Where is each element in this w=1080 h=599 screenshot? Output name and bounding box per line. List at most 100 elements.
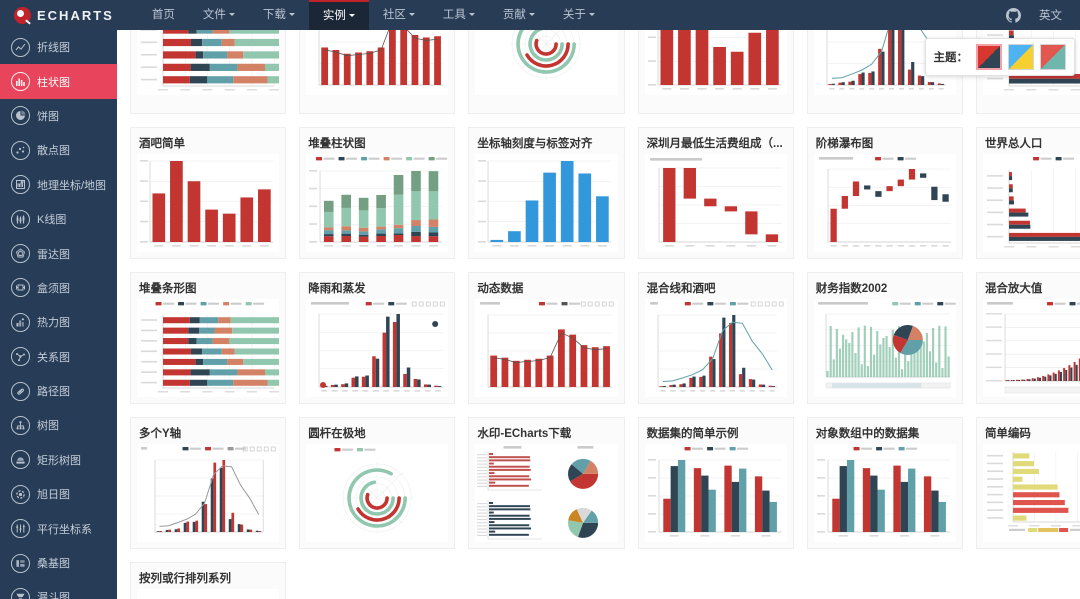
- sidebar-item-label: 地理坐标/地图: [37, 177, 106, 193]
- examples-grid: 酒吧简单堆叠柱状图坐标轴刻度与标签对齐深圳月最低生活费组成（... 阶梯瀑布图世界…: [117, 30, 1080, 599]
- page-scrollbar[interactable]: [1073, 30, 1080, 599]
- example-card-thumbnail: [983, 444, 1080, 542]
- examples-content: 酒吧简单堆叠柱状图坐标轴刻度与标签对齐深圳月最低生活费组成（... 阶梯瀑布图世界…: [117, 30, 1080, 599]
- nav-item-3[interactable]: 实例: [309, 0, 369, 30]
- example-card[interactable]: 堆叠柱状图: [299, 127, 455, 259]
- sidebar-item-graph-chart[interactable]: 关系图: [0, 340, 117, 374]
- chevron-down-icon: [469, 13, 475, 16]
- top-header: ECHARTS 首页文件下载 实例 社区工具 贡献 关于 英文: [0, 0, 1080, 30]
- example-card[interactable]: 多个Y轴: [130, 417, 286, 549]
- brand-name: ECHARTS: [37, 8, 114, 23]
- example-card-thumbnail: [983, 299, 1080, 397]
- example-card-thumbnail: [137, 30, 279, 95]
- theme-swatch-preview: [1009, 45, 1033, 69]
- example-card-thumbnail: [983, 154, 1080, 252]
- sankey-chart-icon: [11, 554, 30, 573]
- example-card[interactable]: [299, 30, 455, 114]
- chart-type-sidebar: 折线图柱状图饼图散点图地理坐标/地图 K线图雷达图盒须图热力图关系图路径图树图矩形…: [0, 30, 117, 599]
- brand-logo-link[interactable]: ECHARTS: [0, 0, 124, 30]
- candlestick-chart-icon: [11, 210, 30, 229]
- sidebar-item-map-chart[interactable]: 地理坐标/地图: [0, 168, 117, 202]
- example-card-title: 堆叠条形图: [131, 273, 285, 299]
- example-card[interactable]: 坐标轴刻度与标签对齐: [468, 127, 624, 259]
- sidebar-item-radar-chart[interactable]: 雷达图: [0, 236, 117, 270]
- example-card[interactable]: 简单编码: [976, 417, 1080, 549]
- sidebar-item-line-chart[interactable]: 折线图: [0, 30, 117, 64]
- heatmap-chart-icon: [11, 313, 30, 332]
- nav-item-1[interactable]: 文件: [189, 0, 249, 30]
- nav-item-4[interactable]: 社区: [369, 0, 429, 30]
- nav-item-6[interactable]: 贡献: [489, 0, 549, 30]
- sidebar-item-heatmap-chart[interactable]: 热力图: [0, 305, 117, 339]
- example-card-thumbnail: [814, 444, 956, 542]
- example-card[interactable]: [130, 30, 286, 114]
- example-card-thumbnail: [475, 154, 617, 252]
- sidebar-item-label: 饼图: [37, 108, 59, 124]
- sidebar-item-label: 盒须图: [37, 280, 70, 296]
- example-card-title: 数据集的简单示例: [639, 418, 793, 444]
- sidebar-item-sunburst-chart[interactable]: 旭日图: [0, 477, 117, 511]
- nav-item-2[interactable]: 下载: [249, 0, 309, 30]
- github-icon[interactable]: [1006, 8, 1021, 23]
- nav-item-5[interactable]: 工具: [429, 0, 489, 30]
- sidebar-item-sankey-chart[interactable]: 桑基图: [0, 546, 117, 580]
- example-card-title: 坐标轴刻度与标签对齐: [469, 128, 623, 154]
- example-card[interactable]: 混合线和酒吧: [638, 272, 794, 404]
- example-card-title: 混合线和酒吧: [639, 273, 793, 299]
- theme-swatch-dark-red-teal[interactable]: [1040, 44, 1066, 70]
- example-card[interactable]: 按列或行排列系列: [130, 562, 286, 599]
- sidebar-item-label: 热力图: [37, 314, 70, 330]
- nav-item-label: 实例: [323, 10, 346, 22]
- sidebar-item-label: K线图: [37, 211, 66, 227]
- treemap-chart-icon: [11, 450, 30, 469]
- example-card[interactable]: 混合放大值: [976, 272, 1080, 404]
- example-card[interactable]: 世界总人口: [976, 127, 1080, 259]
- chevron-down-icon: [409, 13, 415, 16]
- sidebar-item-candlestick-chart[interactable]: K线图: [0, 202, 117, 236]
- example-card[interactable]: 深圳月最低生活费组成（...: [638, 127, 794, 259]
- example-card[interactable]: 动态数据: [468, 272, 624, 404]
- sidebar-item-lines-chart[interactable]: 路径图: [0, 374, 117, 408]
- theme-swatch-preview: [978, 46, 1000, 68]
- example-card-title: 混合放大值: [977, 273, 1080, 299]
- theme-swatch-red-dark[interactable]: [976, 44, 1002, 70]
- sidebar-item-boxplot-chart[interactable]: 盒须图: [0, 271, 117, 305]
- theme-swatch-blue-yellow[interactable]: [1008, 44, 1034, 70]
- main-nav: 首页文件下载 实例 社区工具 贡献 关于: [138, 0, 609, 30]
- example-card-title: 深圳月最低生活费组成（...: [639, 128, 793, 154]
- sidebar-item-label: 散点图: [37, 142, 70, 158]
- example-card-title: 堆叠柱状图: [300, 128, 454, 154]
- chevron-down-icon: [349, 14, 355, 17]
- example-card[interactable]: 水印-ECharts下载: [468, 417, 624, 549]
- example-card[interactable]: 酒吧简单: [130, 127, 286, 259]
- sidebar-item-label: 柱状图: [37, 74, 70, 90]
- example-card[interactable]: [468, 30, 624, 114]
- radar-chart-icon: [11, 244, 30, 263]
- example-card-title: 阶梯瀑布图: [808, 128, 962, 154]
- example-card[interactable]: 对象数组中的数据集: [807, 417, 963, 549]
- example-card-thumbnail: [814, 154, 956, 252]
- sunburst-chart-icon: [11, 485, 30, 504]
- example-card[interactable]: 圆杆在极地: [299, 417, 455, 549]
- sidebar-item-parallel-chart[interactable]: 平行坐标系: [0, 511, 117, 545]
- example-card[interactable]: 阶梯瀑布图: [807, 127, 963, 259]
- example-card[interactable]: 财务指数2002: [807, 272, 963, 404]
- example-card-thumbnail: [137, 444, 279, 542]
- theme-picker: 主题：: [925, 38, 1076, 76]
- example-card[interactable]: 降雨和蒸发: [299, 272, 455, 404]
- sidebar-item-funnel-chart[interactable]: 漏斗图: [0, 580, 117, 599]
- sidebar-item-bar-chart[interactable]: 柱状图: [0, 64, 117, 98]
- example-card-title: 按列或行排列系列: [131, 563, 285, 589]
- example-card[interactable]: 堆叠条形图: [130, 272, 286, 404]
- sidebar-item-scatter-chart[interactable]: 散点图: [0, 133, 117, 167]
- nav-item-label: 贡献: [503, 9, 526, 21]
- map-chart-icon: [11, 175, 30, 194]
- example-card[interactable]: 数据集的简单示例: [638, 417, 794, 549]
- sidebar-item-treemap-chart[interactable]: 矩形树图: [0, 443, 117, 477]
- example-card[interactable]: [638, 30, 794, 114]
- language-switch-link[interactable]: 英文: [1039, 7, 1062, 23]
- sidebar-item-pie-chart[interactable]: 饼图: [0, 99, 117, 133]
- nav-item-0[interactable]: 首页: [138, 0, 189, 30]
- sidebar-item-tree-chart[interactable]: 树图: [0, 408, 117, 442]
- nav-item-7[interactable]: 关于: [549, 0, 609, 30]
